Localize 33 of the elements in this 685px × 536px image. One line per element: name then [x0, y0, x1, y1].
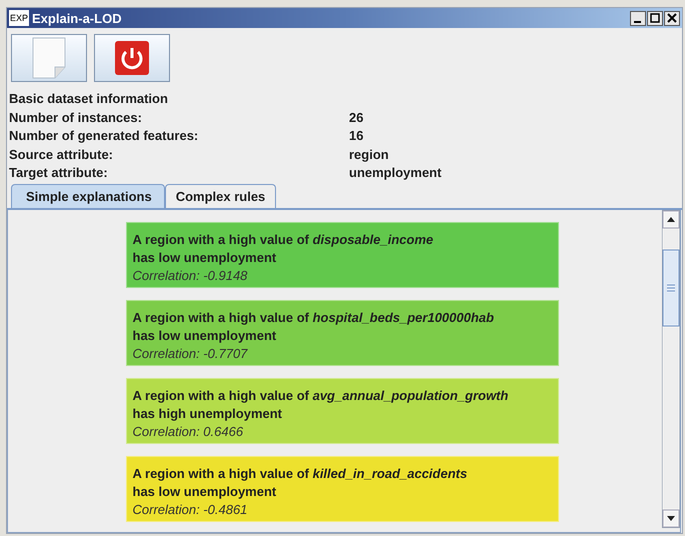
explanation-text: A region with a high value of hospital_beds_per100000hab: [132, 308, 495, 326]
exit-button[interactable]: [94, 34, 170, 82]
power-icon: [115, 41, 149, 75]
explanation-effect: has low unemployment: [132, 482, 278, 500]
info-label: Target attribute:: [9, 164, 109, 182]
maximize-icon[interactable]: [647, 10, 663, 26]
explanation-text: A region with a high value of disposable_income: [132, 230, 434, 248]
explanation-effect: has low unemployment: [132, 248, 278, 266]
explanation-text: A region with a high value of avg_annual_population_growth: [132, 386, 510, 404]
new-button[interactable]: [11, 34, 87, 82]
document-icon: [31, 37, 67, 79]
correlation-text: Correlation: -0.9148: [132, 266, 248, 284]
correlation-text: Correlation: -0.7707: [132, 344, 249, 362]
tab[interactable]: Complex rules: [164, 184, 276, 208]
explanation-effect: has low unemployment: [132, 326, 278, 344]
minimize-icon[interactable]: [630, 10, 646, 26]
info-label: Source attribute:: [9, 146, 114, 164]
explanation-text: A region with a high value of killed_in_road_accidents: [132, 464, 468, 482]
section-heading: Basic dataset information: [9, 90, 169, 108]
app-icon: EXP: [9, 10, 30, 26]
info-value: unemployment: [349, 164, 442, 182]
info-label: Number of instances:: [9, 108, 143, 126]
window-title: Explain-a-LOD: [32, 10, 123, 26]
info-label: Number of generated features:: [9, 127, 200, 145]
close-icon[interactable]: [664, 10, 680, 26]
correlation-text: Correlation: -0.4861: [132, 500, 248, 518]
scrollbar[interactable]: [662, 210, 680, 528]
info-value: 26: [349, 108, 364, 126]
tab[interactable]: Simple explanations: [11, 184, 165, 208]
explanation-effect: has high unemployment: [132, 404, 284, 422]
info-value: 16: [349, 127, 364, 145]
correlation-text: Correlation: 0.6466: [132, 422, 244, 440]
info-value: region: [349, 146, 389, 164]
